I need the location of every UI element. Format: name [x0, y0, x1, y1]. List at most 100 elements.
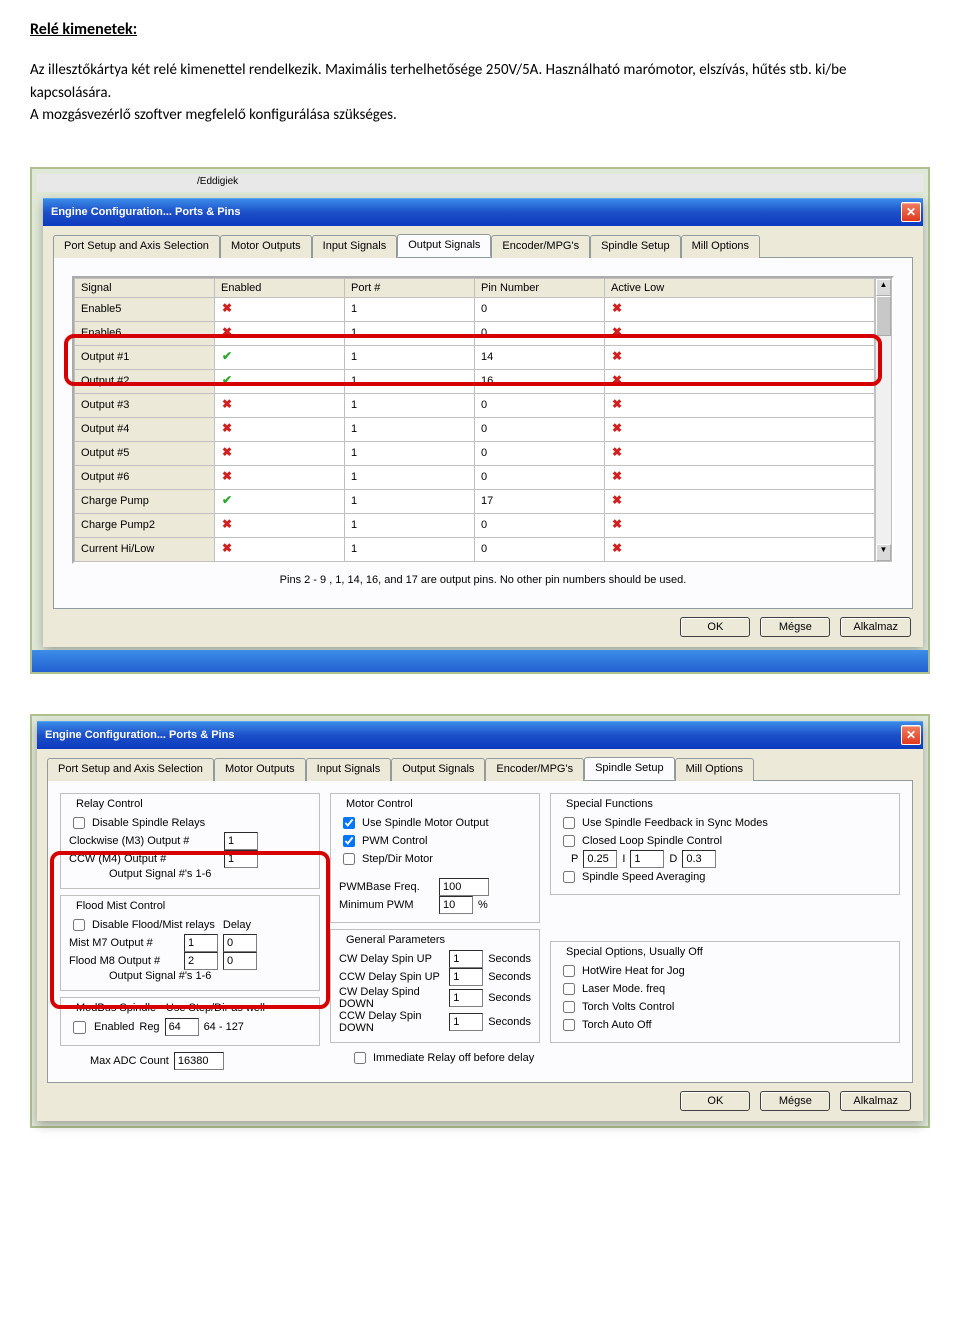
immediate-relay-check[interactable]	[354, 1052, 366, 1064]
flood-output-input[interactable]	[184, 952, 218, 970]
tab-spindle-setup[interactable]: Spindle Setup	[584, 757, 675, 780]
active-low-cell[interactable]	[605, 369, 875, 393]
pin-cell[interactable]: 0	[475, 465, 605, 489]
pwm-control-check[interactable]	[343, 835, 355, 847]
tab-mill-options[interactable]: Mill Options	[675, 758, 754, 781]
port-cell[interactable]: 1	[345, 393, 475, 417]
scroll-thumb[interactable]	[876, 296, 891, 336]
modbus-enabled-check[interactable]	[73, 1021, 86, 1034]
ccw-output-input[interactable]	[224, 850, 258, 868]
enabled-cell[interactable]	[215, 321, 345, 345]
active-low-cell[interactable]	[605, 513, 875, 537]
port-cell[interactable]: 1	[345, 369, 475, 393]
max-adc-input[interactable]	[174, 1052, 224, 1070]
table-row[interactable]: Current Hi/Low10	[75, 537, 875, 561]
tab-mill-options[interactable]: Mill Options	[681, 235, 760, 258]
enabled-cell[interactable]	[215, 489, 345, 513]
active-low-cell[interactable]	[605, 297, 875, 321]
table-scrollbar[interactable]: ▲ ▼	[875, 278, 892, 562]
feedback-check[interactable]	[563, 817, 575, 829]
table-row[interactable]: Enable510	[75, 297, 875, 321]
torch-a-check[interactable]	[563, 1019, 575, 1031]
cw-dn-input[interactable]	[449, 989, 483, 1007]
min-pwm-input[interactable]	[439, 896, 473, 914]
enabled-cell[interactable]	[215, 369, 345, 393]
port-cell[interactable]: 1	[345, 297, 475, 321]
closed-loop-check[interactable]	[563, 835, 575, 847]
pin-cell[interactable]: 16	[475, 369, 605, 393]
active-low-cell[interactable]	[605, 417, 875, 441]
mist-output-input[interactable]	[184, 934, 218, 952]
tab-input-signals[interactable]: Input Signals	[306, 758, 392, 781]
apply-button[interactable]: Alkalmaz	[840, 1091, 911, 1111]
disable-flood-check[interactable]	[73, 919, 85, 931]
mist-delay-input[interactable]	[223, 934, 257, 952]
enabled-cell[interactable]	[215, 297, 345, 321]
disable-spindle-relays-check[interactable]	[73, 817, 85, 829]
port-cell[interactable]: 1	[345, 513, 475, 537]
tab-spindle-setup[interactable]: Spindle Setup	[590, 235, 681, 258]
use-spindle-motor-check[interactable]	[343, 817, 355, 829]
ok-button[interactable]: OK	[680, 617, 750, 637]
pin-cell[interactable]: 0	[475, 513, 605, 537]
cw-up-input[interactable]	[449, 950, 483, 968]
apply-button[interactable]: Alkalmaz	[840, 617, 911, 637]
table-row[interactable]: Charge Pump210	[75, 513, 875, 537]
tab-motor-outputs[interactable]: Motor Outputs	[220, 235, 312, 258]
port-cell[interactable]: 1	[345, 321, 475, 345]
pwm-base-input[interactable]	[439, 878, 489, 896]
active-low-cell[interactable]	[605, 393, 875, 417]
pin-cell[interactable]: 0	[475, 393, 605, 417]
flood-delay-input[interactable]	[223, 952, 257, 970]
port-cell[interactable]: 1	[345, 441, 475, 465]
tab-motor-outputs[interactable]: Motor Outputs	[214, 758, 306, 781]
tab-input-signals[interactable]: Input Signals	[312, 235, 398, 258]
tab-encoder[interactable]: Encoder/MPG's	[485, 758, 584, 781]
tab-encoder[interactable]: Encoder/MPG's	[491, 235, 590, 258]
ccw-up-input[interactable]	[449, 968, 483, 986]
avg-check[interactable]	[563, 871, 575, 883]
active-low-cell[interactable]	[605, 321, 875, 345]
enabled-cell[interactable]	[215, 465, 345, 489]
window-titlebar-2[interactable]: Engine Configuration... Ports & Pins ✕	[37, 721, 923, 749]
scroll-up-icon[interactable]: ▲	[876, 279, 891, 296]
enabled-cell[interactable]	[215, 537, 345, 561]
port-cell[interactable]: 1	[345, 465, 475, 489]
cancel-button[interactable]: Mégse	[760, 1091, 830, 1111]
enabled-cell[interactable]	[215, 513, 345, 537]
active-low-cell[interactable]	[605, 465, 875, 489]
table-row[interactable]: Output #1114	[75, 345, 875, 369]
enabled-cell[interactable]	[215, 345, 345, 369]
scroll-down-icon[interactable]: ▼	[876, 544, 891, 561]
port-cell[interactable]: 1	[345, 345, 475, 369]
enabled-cell[interactable]	[215, 393, 345, 417]
tab-output-signals[interactable]: Output Signals	[391, 758, 485, 781]
table-row[interactable]: Enable610	[75, 321, 875, 345]
window-titlebar[interactable]: Engine Configuration... Ports & Pins ✕	[43, 198, 923, 226]
tab-port-setup[interactable]: Port Setup and Axis Selection	[47, 758, 214, 781]
tab-port-setup[interactable]: Port Setup and Axis Selection	[53, 235, 220, 258]
close-icon[interactable]: ✕	[901, 725, 921, 745]
output-signals-table[interactable]: Signal Enabled Port # Pin Number Active …	[74, 278, 875, 562]
close-icon[interactable]: ✕	[901, 202, 921, 222]
pin-cell[interactable]: 0	[475, 321, 605, 345]
laser-check[interactable]	[563, 983, 575, 995]
pin-cell[interactable]: 17	[475, 489, 605, 513]
port-cell[interactable]: 1	[345, 489, 475, 513]
table-row[interactable]: Charge Pump117	[75, 489, 875, 513]
d-input[interactable]	[682, 850, 716, 868]
table-row[interactable]: Output #310	[75, 393, 875, 417]
pin-cell[interactable]: 0	[475, 417, 605, 441]
port-cell[interactable]: 1	[345, 537, 475, 561]
p-input[interactable]	[583, 850, 617, 868]
pin-cell[interactable]: 0	[475, 297, 605, 321]
active-low-cell[interactable]	[605, 441, 875, 465]
hotwire-check[interactable]	[563, 965, 575, 977]
cancel-button[interactable]: Mégse	[760, 617, 830, 637]
i-input[interactable]	[630, 850, 664, 868]
cw-output-input[interactable]	[224, 832, 258, 850]
ccw-dn-input[interactable]	[449, 1013, 483, 1031]
pin-cell[interactable]: 0	[475, 537, 605, 561]
torch-v-check[interactable]	[563, 1001, 575, 1013]
active-low-cell[interactable]	[605, 537, 875, 561]
